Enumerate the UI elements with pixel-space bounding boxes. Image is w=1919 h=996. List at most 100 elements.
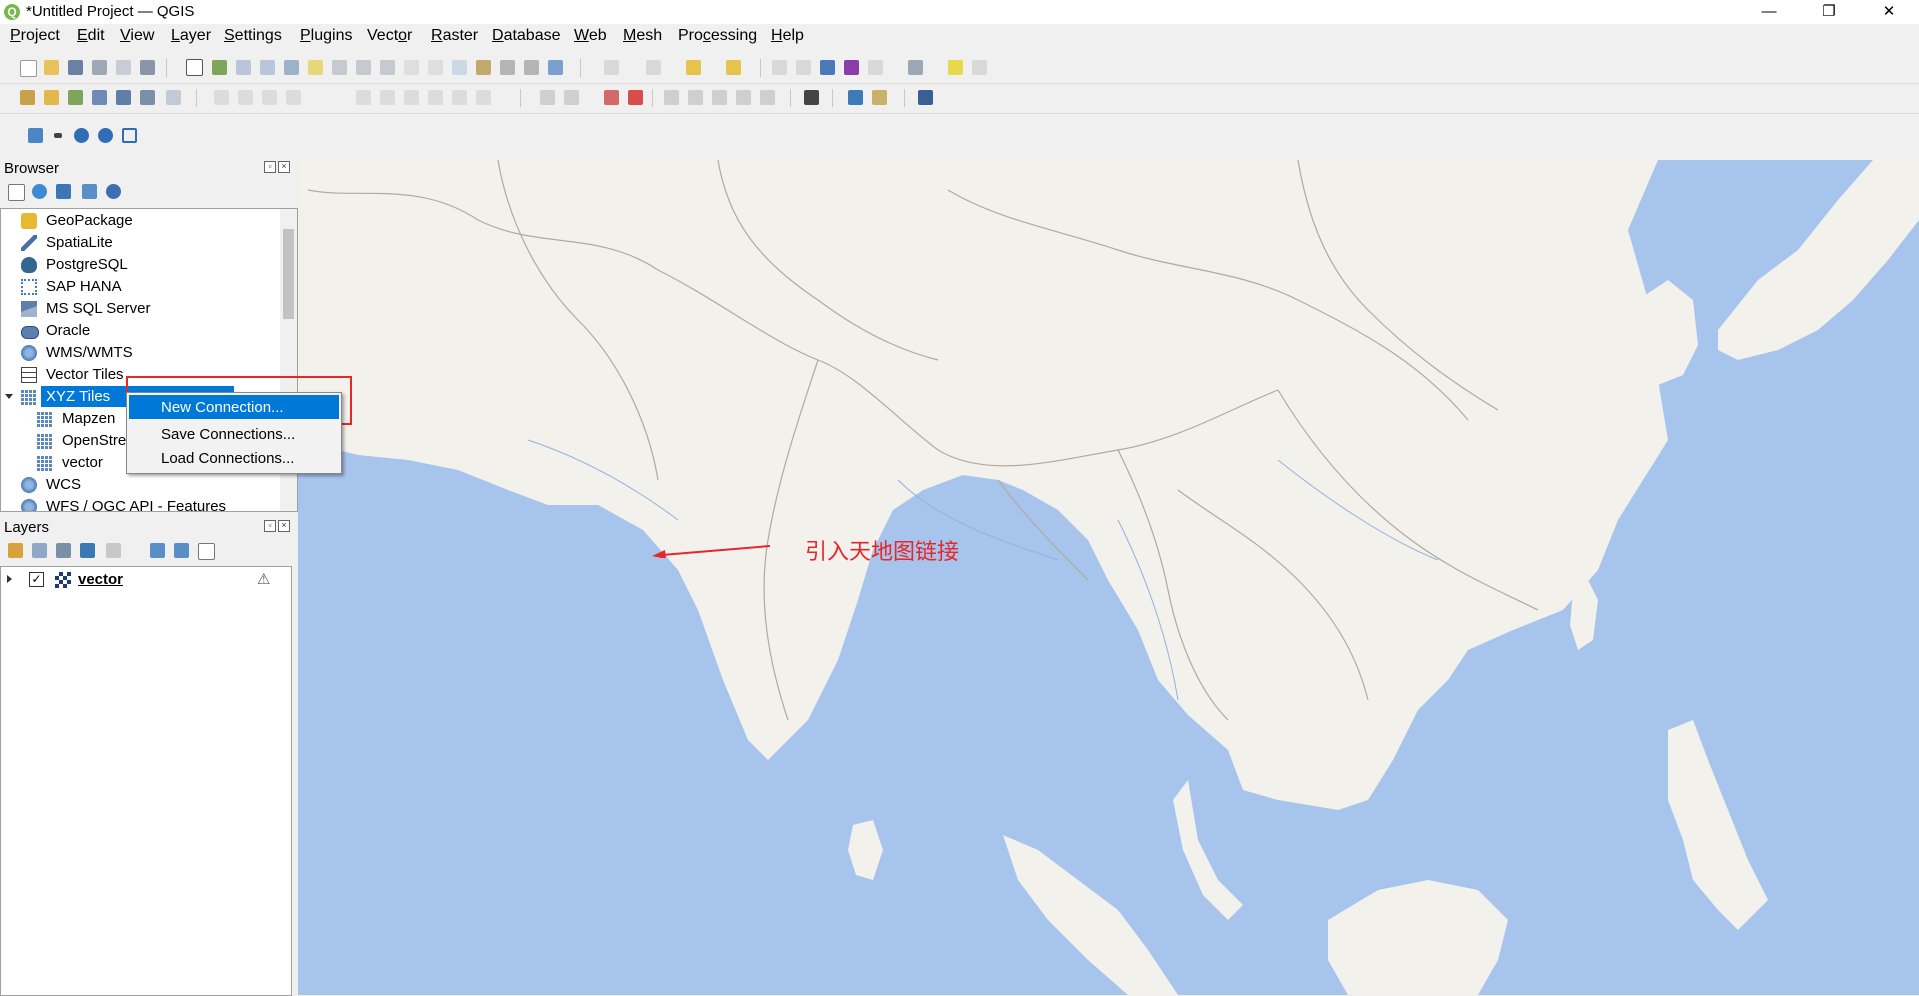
menu-database[interactable]: Database [492,27,561,45]
deselect-icon[interactable] [726,60,741,75]
browser-item-spatialite[interactable]: SpatiaLite [1,232,276,254]
properties-info-icon[interactable] [106,184,121,199]
move-label-icon[interactable] [664,90,679,105]
layer-visibility-checkbox[interactable]: ✓ [29,572,44,587]
expand-arrow-icon[interactable] [7,575,12,583]
cut-features-icon[interactable] [380,90,395,105]
identify-dropdown-icon[interactable] [604,60,619,75]
full-extent-icon[interactable] [122,128,137,143]
close-button[interactable]: ✕ [1866,0,1912,24]
menu-view[interactable]: View [120,27,154,45]
change-label-icon[interactable] [712,90,727,105]
zoom-out-icon[interactable] [260,60,275,75]
add-selected-layers-icon[interactable] [8,184,25,201]
map-canvas[interactable]: 引入天地图链接 [298,160,1919,995]
new-spatialite-icon[interactable] [92,90,107,105]
browser-item-mssql[interactable]: MS SQL Server [1,298,276,320]
refresh-icon[interactable] [32,184,47,199]
close-panel-icon[interactable]: × [278,520,290,532]
paste-features-icon[interactable] [428,90,443,105]
copy-features-icon[interactable] [404,90,419,105]
expand-all-icon[interactable] [150,543,165,558]
zoom-to-selection-icon[interactable] [308,60,323,75]
remove-layer-icon[interactable] [198,543,215,560]
help-contents-icon[interactable] [918,90,933,105]
browser-item-wfs[interactable]: WFS / OGC API - Features [1,496,276,511]
move-diagram-icon[interactable] [736,90,751,105]
rotate-label-icon[interactable] [688,90,703,105]
float-panel-icon[interactable]: ▫ [264,520,276,532]
new-shapefile-icon[interactable] [68,90,83,105]
save-as-icon[interactable] [92,60,107,75]
menu-item-save-connections[interactable]: Save Connections... [129,422,339,446]
menu-edit[interactable]: Edit [77,27,105,45]
select-features-icon[interactable] [686,60,701,75]
label-properties-icon[interactable] [760,90,775,105]
layer-item-vector[interactable]: ✓ vector ⚠ [1,569,287,591]
identify-icon[interactable] [772,60,787,75]
attribute-table-icon[interactable] [796,60,811,75]
menu-help[interactable]: Help [771,27,804,45]
menu-plugins[interactable]: Plugins [300,27,352,45]
menu-raster[interactable]: Raster [431,27,478,45]
bookmark-icon[interactable] [476,60,491,75]
filter-expression-icon[interactable] [106,543,121,558]
style-dock-icon[interactable] [8,543,23,558]
label-tool-icon[interactable] [540,90,555,105]
show-bookmarks-icon[interactable] [500,60,515,75]
toggle-editing-icon[interactable] [238,90,253,105]
new-geopackage-icon[interactable] [44,90,59,105]
browser-item-wms-wmts[interactable]: WMS/WMTS [1,342,276,364]
menu-item-new-connection[interactable]: New Connection... [129,395,339,419]
add-raster-icon[interactable] [166,90,181,105]
settings-gear-icon[interactable] [820,60,835,75]
minimize-button[interactable]: — [1746,0,1792,24]
menu-processing[interactable]: Processing [678,27,757,45]
text-annotation-icon[interactable] [972,60,987,75]
close-panel-icon[interactable]: × [278,161,290,173]
refresh-icon[interactable] [548,60,563,75]
menu-web[interactable]: Web [574,27,607,45]
plugin-manager-icon[interactable] [804,90,819,105]
zoom-native-icon[interactable] [356,60,371,75]
measure-icon[interactable] [868,60,883,75]
data-source-manager-icon[interactable] [20,90,35,105]
undo-icon[interactable] [452,90,467,105]
highlight-label-icon[interactable] [604,90,619,105]
menu-settings[interactable]: Settings [224,27,282,45]
menu-layer[interactable]: Layer [171,27,211,45]
scrollbar-thumb[interactable] [283,229,294,319]
pan-map-icon[interactable] [186,59,203,76]
current-edits-icon[interactable] [214,90,229,105]
menu-mesh[interactable]: Mesh [623,27,662,45]
raster-calculator-icon[interactable] [872,90,887,105]
digitize-icon[interactable] [286,90,301,105]
statistics-sigma-icon[interactable] [844,60,859,75]
browser-item-oracle[interactable]: Oracle [1,320,276,342]
menu-vector[interactable]: Vector [367,27,412,45]
print-layout-icon[interactable] [116,60,131,75]
show-hide-labels-icon[interactable] [628,90,643,105]
expand-arrow-icon[interactable] [5,394,13,399]
collapse-all-icon[interactable] [174,543,189,558]
filter-legend-icon[interactable] [80,543,95,558]
new-temporary-layer-icon[interactable] [140,90,155,105]
measure-line-icon[interactable] [908,60,923,75]
restore-button[interactable]: ❐ [1806,0,1852,24]
zoom-in-icon[interactable] [236,60,251,75]
menu-project[interactable]: Project [10,27,60,45]
browser-item-wcs[interactable]: WCS [1,474,276,496]
save-edits-icon[interactable] [262,90,277,105]
pin-label-icon[interactable] [564,90,579,105]
search-icon[interactable] [98,128,113,143]
zoom-to-layer-icon[interactable] [332,60,347,75]
select-dropdown-icon[interactable] [646,60,661,75]
filter-icon[interactable] [56,184,71,199]
manage-themes-icon[interactable] [56,543,71,558]
add-group-icon[interactable] [32,543,47,558]
zoom-last-icon[interactable] [380,60,395,75]
new-map-view-icon[interactable] [428,60,443,75]
browser-item-geopackage[interactable]: GeoPackage [1,210,276,232]
float-panel-icon[interactable]: ▫ [264,161,276,173]
temporal-controller-icon[interactable] [524,60,539,75]
